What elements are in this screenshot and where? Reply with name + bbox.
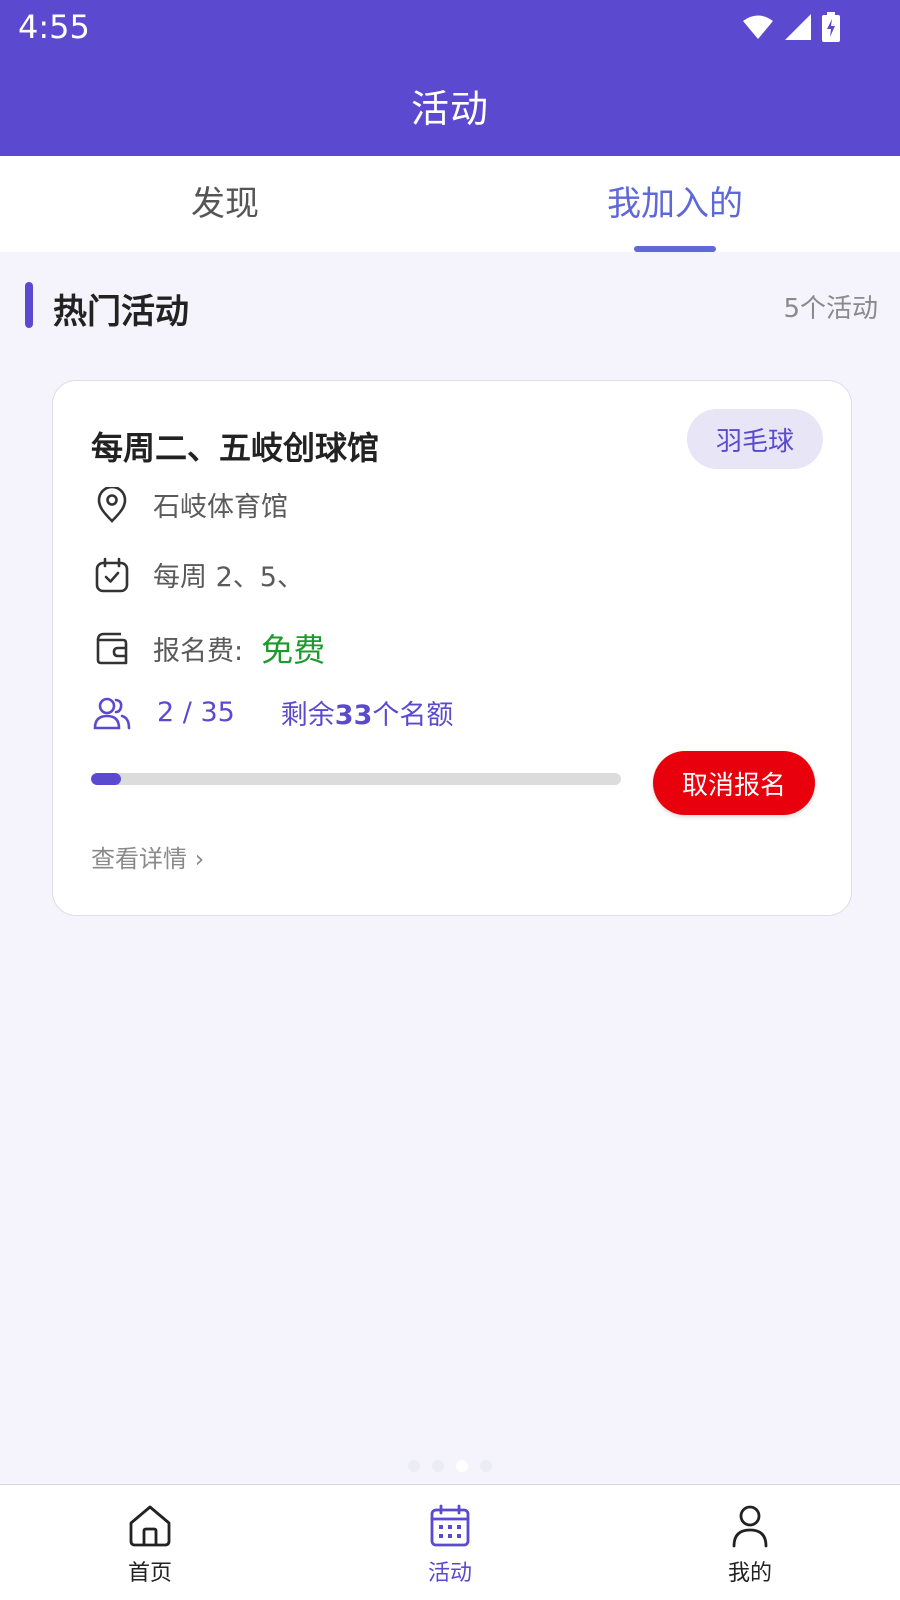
page-title: 活动 — [410, 87, 489, 131]
remaining-suffix: 个名额 — [372, 700, 454, 731]
view-details-link[interactable]: 查看详情 › — [91, 839, 204, 874]
pager-dots — [0, 1460, 900, 1472]
fee-row: 报名费: 免费 — [93, 625, 325, 671]
wifi-icon — [742, 14, 774, 40]
section-accent-bar — [25, 282, 33, 328]
status-time: 4:55 — [18, 8, 90, 46]
section-count: 5个活动 — [783, 294, 878, 324]
pager-dot-active — [456, 1460, 468, 1472]
app-root: 4:55 活动 发现 我加入的 热门活动 5个活动 每周二、五岐创球馆 羽毛球 … — [0, 0, 900, 1600]
signup-progress-bar — [91, 773, 621, 785]
users-icon — [93, 694, 131, 732]
nav-activity-label: 活动 — [427, 1561, 472, 1586]
remaining-slots: 剩余33个名额 — [281, 693, 454, 732]
pager-dot — [408, 1460, 420, 1472]
section-title: 热门活动 — [53, 292, 189, 332]
location-text: 石岐体育馆 — [153, 492, 288, 523]
tab-bar: 发现 我加入的 — [0, 156, 900, 252]
nav-activity[interactable]: 活动 — [300, 1485, 600, 1600]
top-app-bar: 4:55 活动 — [0, 0, 900, 156]
nav-home-label: 首页 — [127, 1561, 172, 1586]
section-header: 热门活动 5个活动 — [0, 280, 900, 332]
pager-dot — [432, 1460, 444, 1472]
home-icon — [127, 1503, 173, 1549]
signup-progress-fill — [91, 773, 122, 785]
fee-label: 报名费: — [153, 635, 244, 667]
pager-dot — [480, 1460, 492, 1472]
calendar-check-icon — [93, 556, 131, 594]
user-icon — [727, 1503, 773, 1549]
participant-count: 2 / 35 — [157, 697, 235, 728]
participants-row: 2 / 35 剩余33个名额 — [93, 693, 453, 732]
remaining-number: 33 — [334, 700, 373, 731]
nav-home[interactable]: 首页 — [0, 1485, 300, 1600]
signal-icon — [784, 13, 812, 41]
schedule-text: 每周 2、5、 — [153, 562, 304, 593]
wallet-icon — [93, 629, 131, 667]
activity-title: 每周二、五岐创球馆 — [91, 429, 380, 467]
schedule-row: 每周 2、5、 — [93, 555, 304, 594]
nav-profile[interactable]: 我的 — [600, 1485, 900, 1600]
remaining-prefix: 剩余 — [280, 700, 335, 731]
calendar-icon — [427, 1503, 473, 1549]
fee-value: 免费 — [261, 631, 326, 669]
status-icons — [742, 12, 840, 42]
cancel-signup-button[interactable]: 取消报名 — [653, 751, 815, 815]
nav-profile-label: 我的 — [727, 1561, 772, 1586]
sport-tag: 羽毛球 — [687, 409, 823, 469]
activity-card[interactable]: 每周二、五岐创球馆 羽毛球 石岐体育馆 每周 2、5、 报名费: 免费 2 / … — [52, 380, 852, 916]
battery-charging-icon — [822, 12, 840, 42]
bottom-navigation: 首页 活动 我的 — [0, 1484, 900, 1600]
tab-joined[interactable]: 我加入的 — [450, 156, 900, 252]
tab-discover[interactable]: 发现 — [0, 156, 450, 252]
location-row: 石岐体育馆 — [93, 485, 288, 524]
location-pin-icon — [93, 486, 131, 524]
